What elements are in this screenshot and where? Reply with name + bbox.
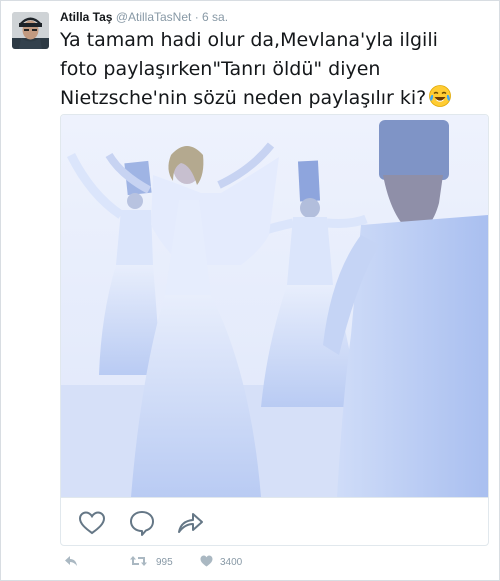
heart-outline-icon[interactable] — [77, 508, 107, 538]
share-arrow-icon[interactable] — [175, 508, 205, 538]
tweet-text-line-last: Nietzsche'nin sözü neden paylaşılır ki? — [60, 84, 490, 113]
face-with-tears-of-joy-icon — [429, 85, 452, 107]
heart-filled-icon[interactable] — [200, 555, 213, 567]
avatar[interactable] — [12, 12, 49, 49]
author-handle[interactable]: @AtillaTasNet — [116, 10, 192, 24]
tweet-header: Atilla Taş @AtillaTasNet · 6 sa. — [60, 10, 228, 24]
retweet-count: 995 — [156, 557, 173, 568]
tweet-text-line: Ya tamam hadi olur da,Mevlana'yla ilgili — [60, 29, 438, 51]
avatar-image — [12, 12, 49, 49]
card-action-bar — [61, 497, 488, 545]
tweet-text-line: foto paylaşırken"Tanrı öldü" diyen — [60, 58, 381, 80]
like-count: 3400 — [220, 557, 243, 568]
tweet-text-line: Nietzsche'nin sözü neden paylaşılır ki? — [60, 87, 427, 109]
tweet-text: Ya tamam hadi olur da,Mevlana'yla ilgili… — [60, 26, 490, 113]
retweet-icon[interactable] — [130, 555, 147, 567]
tweet-photo[interactable] — [61, 115, 488, 497]
tweet-timestamp[interactable]: 6 sa. — [202, 10, 228, 24]
comment-bubble-icon[interactable] — [127, 508, 157, 538]
media-card[interactable] — [60, 114, 489, 546]
author-name[interactable]: Atilla Taş — [60, 10, 112, 24]
tweet-card: Atilla Taş @AtillaTasNet · 6 sa. Ya tama… — [0, 0, 500, 581]
reply-icon[interactable] — [64, 555, 78, 567]
separator-dot: · — [194, 10, 199, 24]
tweet-footer-actions: 995 3400 — [60, 553, 490, 573]
